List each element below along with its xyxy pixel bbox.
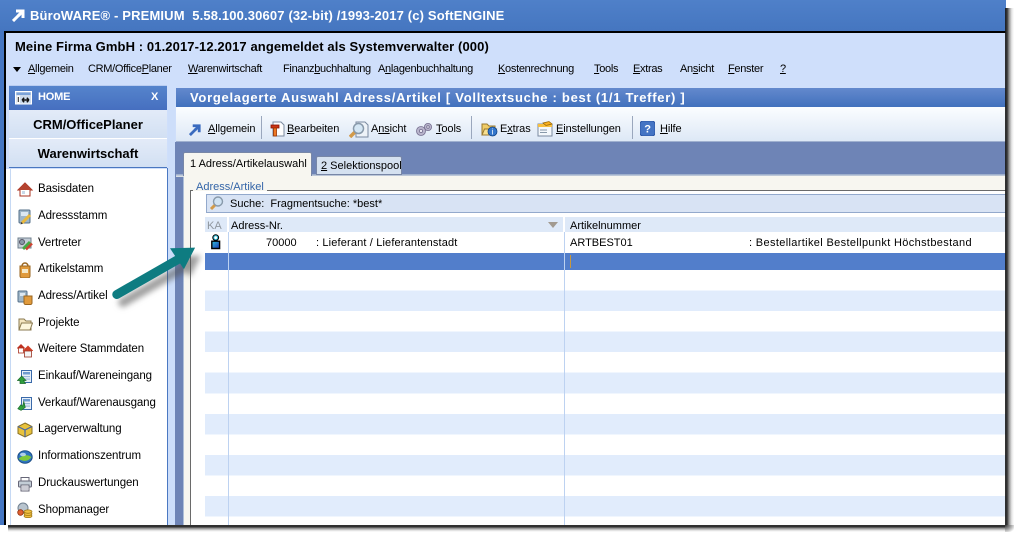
svg-text:?: ?: [644, 124, 651, 136]
